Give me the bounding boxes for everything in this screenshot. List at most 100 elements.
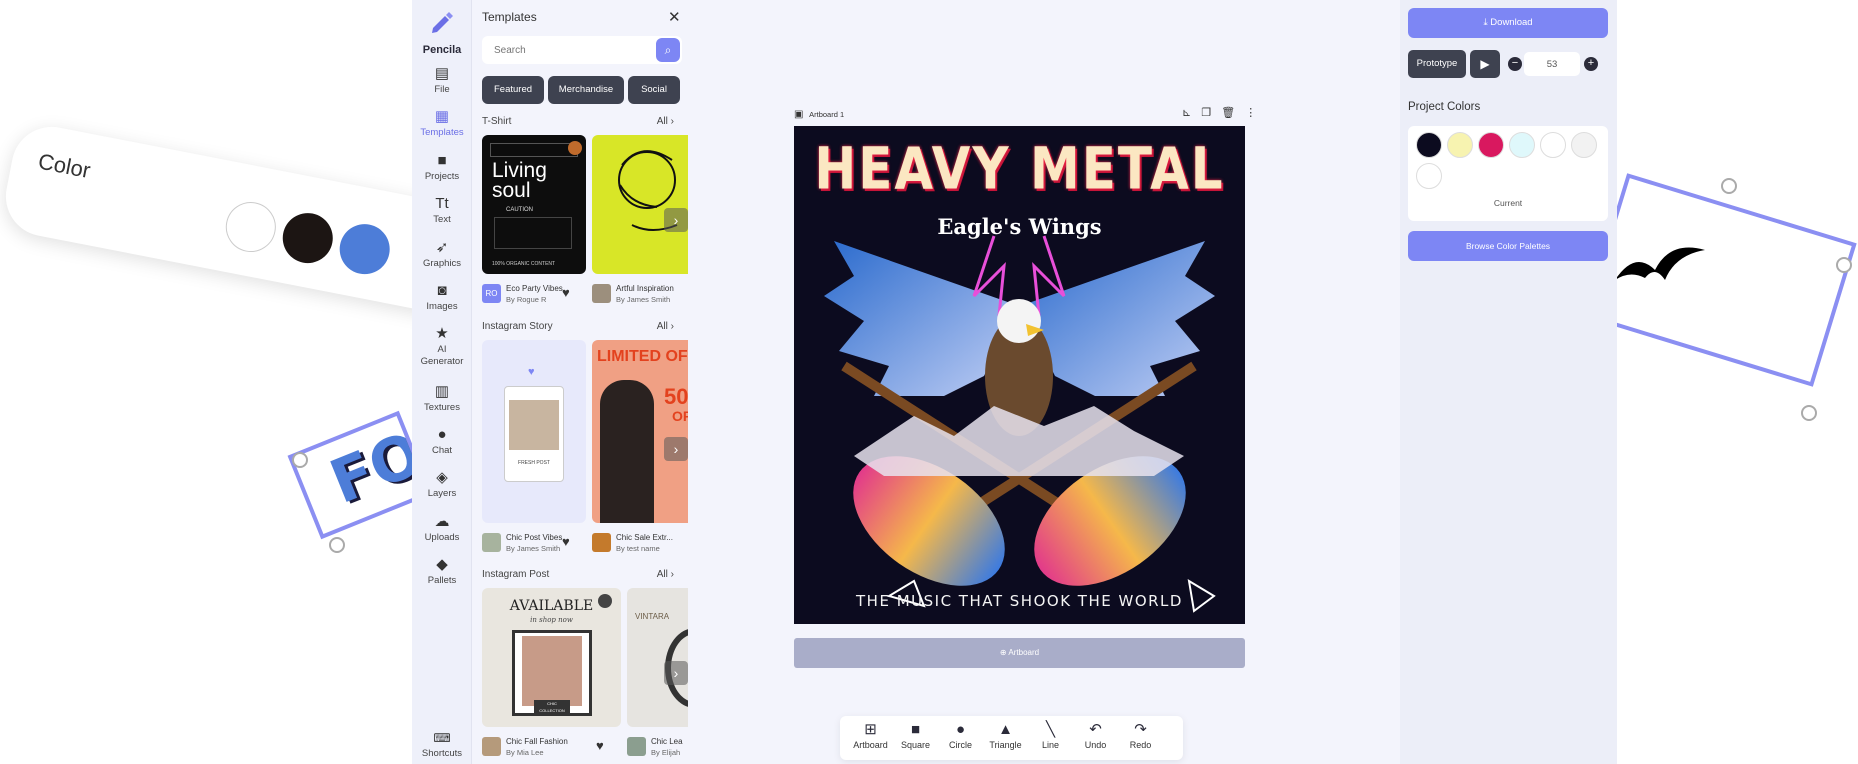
minus-icon: −	[1511, 57, 1519, 69]
close-icon[interactable]: ✕	[668, 8, 681, 26]
zoom-in-button[interactable]: +	[1584, 57, 1598, 71]
file-icon: ▤	[434, 65, 450, 82]
color-swatch[interactable]	[1416, 132, 1442, 158]
see-all-label: All	[656, 569, 668, 580]
heart-icon[interactable]: ♥	[596, 738, 604, 753]
rail-item-textures[interactable]: ▥ Textures	[412, 382, 472, 413]
chip-social[interactable]: Social	[628, 76, 680, 104]
avatar	[592, 284, 611, 303]
artboard-canvas[interactable]: HEAVY METAL Eagle's Wings THE MUSIC THAT…	[794, 126, 1245, 624]
templates-panel: Templates ✕ ⌕ Featured Merchandise Socia…	[472, 0, 690, 764]
chat-icon: ●	[437, 426, 447, 443]
tool-square[interactable]: ■ Square	[893, 720, 938, 750]
rail-item-uploads[interactable]: ☁ Uploads	[412, 512, 472, 543]
section-title: Instagram Story	[482, 321, 553, 332]
rail-item-images[interactable]: ◙ Images	[412, 281, 472, 312]
design-title: HEAVY METAL	[814, 135, 1225, 203]
keyboard-icon: ⌨	[433, 731, 451, 745]
browse-palettes-button[interactable]: Browse Color Palettes	[1408, 231, 1608, 261]
duplicate-icon[interactable]: ❐	[1201, 107, 1211, 119]
search-input[interactable]	[482, 36, 642, 64]
template-thumb-chic-lea[interactable]: VINTARA	[627, 588, 688, 727]
see-all-link[interactable]: All ›	[657, 321, 674, 332]
rail-item-layers[interactable]: ◈ Layers	[412, 468, 472, 499]
folder-icon: ■	[437, 152, 447, 169]
project-colors-title: Project Colors	[1408, 101, 1481, 113]
color-swatch[interactable]	[1540, 132, 1566, 158]
tool-circle[interactable]: ● Circle	[938, 720, 983, 750]
color-swatch[interactable]	[1509, 132, 1535, 158]
see-all-link[interactable]: All ›	[657, 116, 674, 127]
download-button[interactable]: ⤓ Download	[1408, 8, 1608, 38]
template-author: By James Smith	[506, 544, 561, 553]
rail-item-templates[interactable]: ▦ Templates	[412, 107, 472, 138]
template-name: Chic Fall Fashion	[506, 737, 568, 746]
rail-item-graphics[interactable]: ➶ Graphics	[412, 238, 472, 269]
resize-icon[interactable]: ⊾	[1182, 107, 1191, 119]
rail-item-projects[interactable]: ■ Projects	[412, 151, 472, 182]
zoom-out-button[interactable]: −	[1508, 57, 1522, 71]
color-swatch[interactable]	[1447, 132, 1473, 158]
section-title: Instagram Post	[482, 569, 550, 580]
color-swatch[interactable]	[1571, 132, 1597, 158]
template-author: By James Smith	[616, 295, 671, 304]
background-handle	[1836, 257, 1852, 273]
template-card-meta: Chic Fall Fashion By Mia Lee	[506, 736, 568, 758]
rail-item-label: Shortcuts	[421, 748, 463, 759]
background-handle	[329, 537, 345, 553]
brand-logo[interactable]: Pencila	[412, 8, 472, 58]
template-thumb-chic-fall[interactable]: AVAILABLE in shop now CHIC COLLECTION	[482, 588, 621, 727]
delete-icon[interactable]: 🗑	[1221, 107, 1235, 119]
heart-icon[interactable]: ♥	[562, 285, 570, 300]
play-button[interactable]: ▶	[1470, 50, 1500, 78]
rail-item-ai-generator[interactable]: ★ AI Generator	[412, 324, 472, 368]
rail-item-label: File	[434, 84, 450, 95]
template-thumb-chic-sale[interactable]: LIMITED OFFE 50 OF	[592, 340, 688, 523]
heart-icon[interactable]: ♥	[562, 534, 570, 549]
add-artboard-button[interactable]: ⊕ Artboard	[794, 638, 1245, 668]
left-icon-rail: Pencila ▤ File ▦ Templates ■ Projects Tt…	[412, 0, 472, 764]
thumb-photo	[509, 400, 559, 450]
zoom-input[interactable]	[1524, 52, 1580, 76]
template-name: Chic Sale Extr...	[616, 533, 673, 542]
rail-item-file[interactable]: ▤ File	[412, 64, 472, 95]
current-label: Current	[1493, 198, 1523, 208]
next-arrow-icon[interactable]: ›	[664, 437, 688, 461]
tool-label: Triangle	[989, 740, 1022, 750]
template-thumb-artful[interactable]	[592, 135, 688, 274]
template-card-meta: Chic Lea By Elijah	[651, 736, 683, 758]
artboard-label[interactable]: ▣ Artboard 1	[794, 109, 844, 120]
artboard-name: Artboard 1	[809, 110, 845, 119]
tool-triangle[interactable]: ▲ Triangle	[983, 720, 1028, 750]
tool-artboard[interactable]: ⊞ Artboard	[848, 720, 893, 750]
see-all-link[interactable]: All ›	[657, 569, 674, 580]
color-swatch[interactable]	[1416, 163, 1442, 189]
chip-merchandise[interactable]: Merchandise	[548, 76, 624, 104]
line-icon: ╲	[1045, 721, 1056, 738]
color-swatch[interactable]	[1478, 132, 1504, 158]
next-arrow-icon[interactable]: ›	[664, 208, 688, 232]
rail-item-shortcuts[interactable]: ⌨ Shortcuts	[412, 728, 472, 759]
rail-item-label: Templates	[420, 127, 464, 138]
template-thumb-chic-post[interactable]: FRESH POST ♥	[482, 340, 586, 523]
play-icon: ▶	[1480, 57, 1490, 71]
rail-item-chat[interactable]: ● Chat	[412, 425, 472, 456]
more-icon[interactable]: ⋮	[1245, 107, 1256, 119]
search-button[interactable]: ⌕	[656, 38, 680, 62]
prototype-button[interactable]: Prototype	[1408, 50, 1466, 78]
rail-item-label: Pallets	[427, 575, 457, 586]
thumb-price: 50	[664, 384, 688, 409]
next-arrow-icon[interactable]: ›	[664, 661, 688, 685]
circle-icon: ●	[955, 721, 966, 738]
thumb-unit: OF	[672, 408, 688, 424]
rail-item-text[interactable]: Tt Text	[412, 194, 472, 225]
template-card-meta: Eco Party Vibes By Rogue R	[506, 283, 563, 305]
template-thumb-living-soul[interactable]: Living soul CAUTION 100% ORGANIC CONTENT	[482, 135, 586, 274]
tool-redo[interactable]: ↷ Redo	[1118, 720, 1163, 750]
template-author: By test name	[616, 544, 660, 553]
tool-line[interactable]: ╲ Line	[1028, 720, 1073, 750]
tool-undo[interactable]: ↶ Undo	[1073, 720, 1118, 750]
thumb-tag: CHIC COLLECTION	[534, 700, 570, 714]
chip-featured[interactable]: Featured	[482, 76, 544, 104]
rail-item-pallets[interactable]: ◆ Pallets	[412, 555, 472, 586]
